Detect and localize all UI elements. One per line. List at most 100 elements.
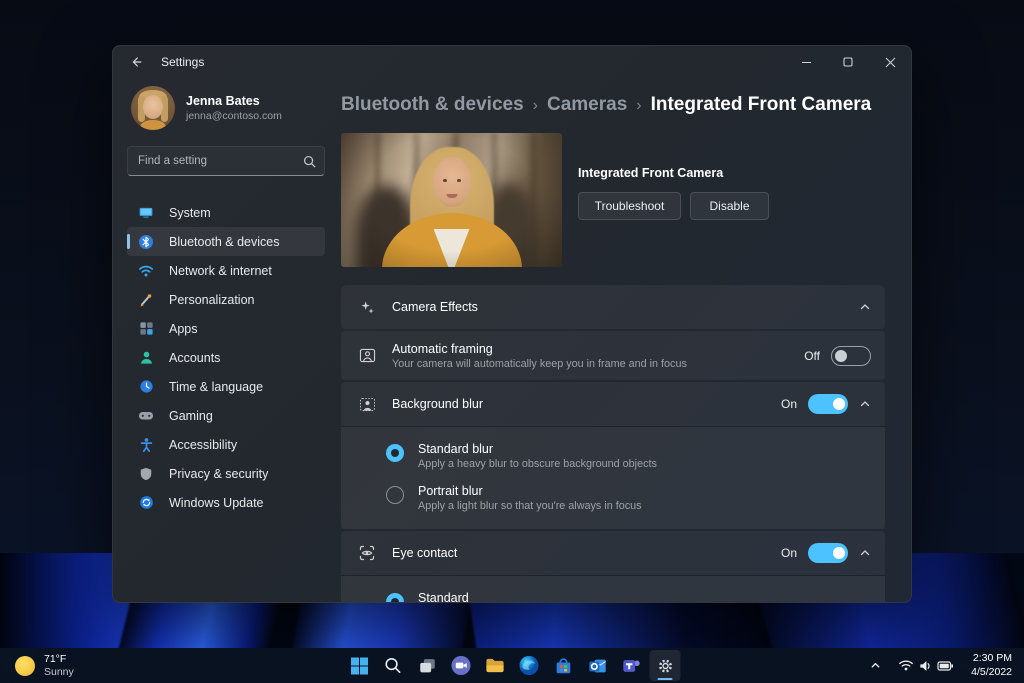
minimize-icon	[801, 57, 812, 68]
privacy-shield-icon	[137, 465, 155, 482]
file-explorer-button[interactable]	[480, 650, 511, 681]
eye-contact-title: Eye contact	[392, 546, 457, 560]
eye-contact-toggle[interactable]	[808, 543, 848, 563]
settings-taskbar-button[interactable]	[650, 650, 681, 681]
background-blur-icon	[357, 397, 377, 412]
breadcrumb: Bluetooth & devices›Cameras›Integrated F…	[341, 94, 885, 116]
wifi-icon	[898, 659, 914, 672]
portrait-blur-title: Portrait blur	[418, 484, 642, 498]
eye-contact-icon	[357, 545, 377, 561]
eye-contact-state: On	[781, 546, 797, 560]
taskbar: 71°F Sunny	[0, 648, 1024, 683]
personalization-icon	[137, 291, 155, 308]
portrait-blur-radio[interactable]	[386, 486, 404, 504]
camera-preview	[341, 133, 562, 267]
profile-card[interactable]: Jenna Bates jenna@contoso.com	[127, 84, 325, 132]
outlook-button[interactable]	[582, 650, 613, 681]
accounts-icon	[137, 349, 155, 366]
person-frame-icon	[357, 348, 377, 363]
chevron-up-icon[interactable]	[859, 547, 871, 559]
eye-contact-row[interactable]: Eye contact On	[341, 531, 885, 575]
taskbar-search-button[interactable]	[378, 650, 409, 681]
tray-status-icons[interactable]	[887, 652, 965, 680]
sidebar-item-gaming[interactable]: Gaming	[127, 401, 325, 430]
microsoft-store-icon	[553, 656, 573, 676]
eye-contact-standard-option[interactable]: Standard Make eye contact even when you'…	[386, 584, 869, 603]
taskbar-center	[344, 650, 681, 681]
back-arrow-icon	[129, 55, 143, 69]
search-input[interactable]	[138, 155, 303, 167]
sidebar-item-accounts[interactable]: Accounts	[127, 343, 325, 372]
close-icon	[885, 57, 896, 68]
breadcrumb-cameras[interactable]: Cameras	[547, 94, 627, 115]
back-button[interactable]	[121, 49, 151, 75]
background-blur-state: On	[781, 397, 797, 411]
teams-button[interactable]	[616, 650, 647, 681]
automatic-framing-subtitle: Your camera will automatically keep you …	[392, 358, 687, 370]
search-box[interactable]	[127, 146, 325, 176]
store-button[interactable]	[548, 650, 579, 681]
eye-contact-options: Standard Make eye contact even when you'…	[341, 575, 885, 603]
windows-start-icon	[349, 656, 369, 676]
edge-icon	[519, 655, 540, 676]
sidebar-item-system[interactable]: System	[127, 198, 325, 227]
battery-icon	[937, 660, 954, 672]
automatic-framing-toggle[interactable]	[831, 346, 871, 366]
profile-name: Jenna Bates	[186, 94, 282, 108]
device-name: Integrated Front Camera	[578, 166, 769, 180]
portrait-blur-option[interactable]: Portrait blur Apply a light blur so that…	[386, 477, 869, 519]
gaming-icon	[137, 407, 155, 424]
close-button[interactable]	[869, 46, 911, 78]
titlebar: Settings	[113, 46, 911, 78]
task-view-icon	[417, 656, 437, 676]
automatic-framing-state: Off	[804, 349, 820, 363]
weather-temp: 71°F	[44, 653, 74, 665]
apps-icon	[137, 320, 155, 337]
breadcrumb-bluetooth-devices[interactable]: Bluetooth & devices	[341, 94, 524, 115]
portrait-blur-desc: Apply a light blur so that you're always…	[418, 500, 642, 512]
eye-contact-standard-radio[interactable]	[386, 593, 404, 603]
sidebar-item-personalization[interactable]: Personalization	[127, 285, 325, 314]
chat-button[interactable]	[446, 650, 477, 681]
settings-gear-icon	[655, 656, 675, 676]
weather-widget[interactable]: 71°F Sunny	[4, 650, 85, 681]
background-blur-row[interactable]: Background blur On	[341, 382, 885, 426]
volume-icon	[918, 659, 933, 673]
sidebar-item-windows-update[interactable]: Windows Update	[127, 488, 325, 517]
avatar	[131, 86, 175, 130]
task-view-button[interactable]	[412, 650, 443, 681]
troubleshoot-button[interactable]: Troubleshoot	[578, 192, 681, 220]
network-icon	[137, 262, 155, 279]
edge-button[interactable]	[514, 650, 545, 681]
tray-date: 4/5/2022	[971, 666, 1012, 680]
sidebar-item-network-internet[interactable]: Network & internet	[127, 256, 325, 285]
bluetooth-icon	[137, 233, 155, 250]
automatic-framing-title: Automatic framing	[392, 342, 687, 356]
sidebar-item-privacy-security[interactable]: Privacy & security	[127, 459, 325, 488]
automatic-framing-row: Automatic framing Your camera will autom…	[341, 331, 885, 380]
background-blur-toggle[interactable]	[808, 394, 848, 414]
chevron-up-icon	[869, 659, 882, 672]
clock[interactable]: 2:30 PM 4/5/2022	[965, 652, 1020, 679]
sidebar-item-accessibility[interactable]: Accessibility	[127, 430, 325, 459]
standard-blur-radio[interactable]	[386, 444, 404, 462]
outlook-icon	[587, 656, 607, 676]
camera-effects-header[interactable]: Camera Effects	[341, 285, 885, 329]
file-explorer-icon	[485, 655, 506, 676]
breadcrumb-separator: ›	[524, 97, 547, 114]
start-button[interactable]	[344, 650, 375, 681]
standard-blur-option[interactable]: Standard blur Apply a heavy blur to obsc…	[386, 435, 869, 477]
disable-button[interactable]: Disable	[690, 192, 769, 220]
sidebar-item-bluetooth-devices[interactable]: Bluetooth & devices	[127, 227, 325, 256]
tray-chevron-button[interactable]	[864, 652, 887, 680]
sidebar-item-apps[interactable]: Apps	[127, 314, 325, 343]
chevron-up-icon[interactable]	[859, 301, 871, 313]
sidebar-item-time-language[interactable]: Time & language	[127, 372, 325, 401]
minimize-button[interactable]	[785, 46, 827, 78]
chevron-up-icon[interactable]	[859, 398, 871, 410]
page-title: Integrated Front Camera	[651, 94, 872, 115]
maximize-button[interactable]	[827, 46, 869, 78]
sidebar: Jenna Bates jenna@contoso.com System	[113, 78, 341, 602]
tray-time: 2:30 PM	[971, 652, 1012, 666]
camera-effects-section: Camera Effects	[341, 285, 885, 603]
